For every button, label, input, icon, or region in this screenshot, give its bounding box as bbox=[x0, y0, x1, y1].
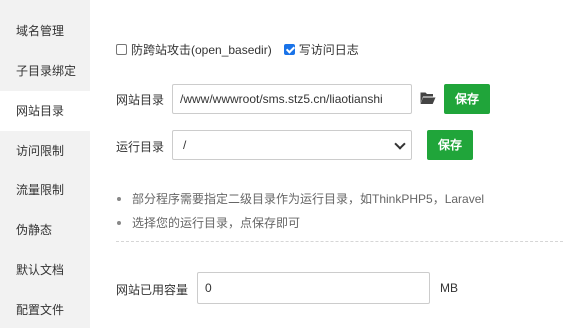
sidebar-item-traffic-limit[interactable]: 流量限制 bbox=[0, 170, 90, 210]
access-log-label[interactable]: 写访问日志 bbox=[299, 41, 359, 58]
sidebar: 域名管理 子目录绑定 网站目录 访问限制 流量限制 伪静态 默认文档 配置文件 bbox=[0, 0, 90, 328]
run-dir-label: 运行目录 bbox=[116, 140, 165, 154]
sidebar-item-subdirectory-binding[interactable]: 子目录绑定 bbox=[0, 51, 90, 91]
sidebar-item-domain-management[interactable]: 域名管理 bbox=[0, 11, 90, 51]
sidebar-item-config-file[interactable]: 配置文件 bbox=[0, 290, 90, 330]
sidebar-item-site-directory[interactable]: 网站目录 bbox=[0, 91, 90, 131]
sidebar-item-rewrite[interactable]: 伪静态 bbox=[0, 210, 90, 250]
sidebar-item-access-restriction[interactable]: 访问限制 bbox=[0, 131, 90, 171]
tip-item: 选择您的运行目录，点保存即可 bbox=[116, 212, 484, 236]
site-dir-label: 网站目录 bbox=[116, 93, 165, 107]
access-log-checkbox[interactable] bbox=[283, 43, 295, 55]
run-dir-select[interactable]: / bbox=[172, 130, 412, 160]
capacity-label: 网站已用容量 bbox=[116, 283, 189, 297]
anti-cross-site-checkbox[interactable] bbox=[116, 43, 127, 55]
site-dir-input[interactable]: /www/wwwroot/sms.stz5.cn/liaotianshi bbox=[172, 84, 412, 114]
capacity-unit: MB bbox=[440, 281, 458, 295]
run-dir-selected-value: / bbox=[183, 138, 187, 152]
run-dir-save-button[interactable]: 保存 bbox=[427, 130, 473, 160]
folder-open-icon[interactable] bbox=[420, 91, 436, 105]
tip-item: 部分程序需要指定二级目录作为运行目录，如ThinkPHP5，Laravel bbox=[116, 188, 484, 212]
chevron-down-icon bbox=[394, 138, 406, 150]
anti-cross-site-label[interactable]: 防跨站攻击(open_basedir) bbox=[131, 41, 272, 58]
option-row: 防跨站攻击(open_basedir) 写访问日志 bbox=[116, 40, 359, 58]
site-dir-save-button[interactable]: 保存 bbox=[444, 84, 490, 114]
divider bbox=[116, 241, 563, 242]
main-panel: 防跨站攻击(open_basedir) 写访问日志 网站目录 /www/wwwr… bbox=[90, 0, 563, 328]
tips-list: 部分程序需要指定二级目录作为运行目录，如ThinkPHP5，Laravel 选择… bbox=[116, 188, 484, 236]
capacity-input[interactable]: 0 bbox=[197, 272, 430, 304]
sidebar-item-default-document[interactable]: 默认文档 bbox=[0, 250, 90, 290]
